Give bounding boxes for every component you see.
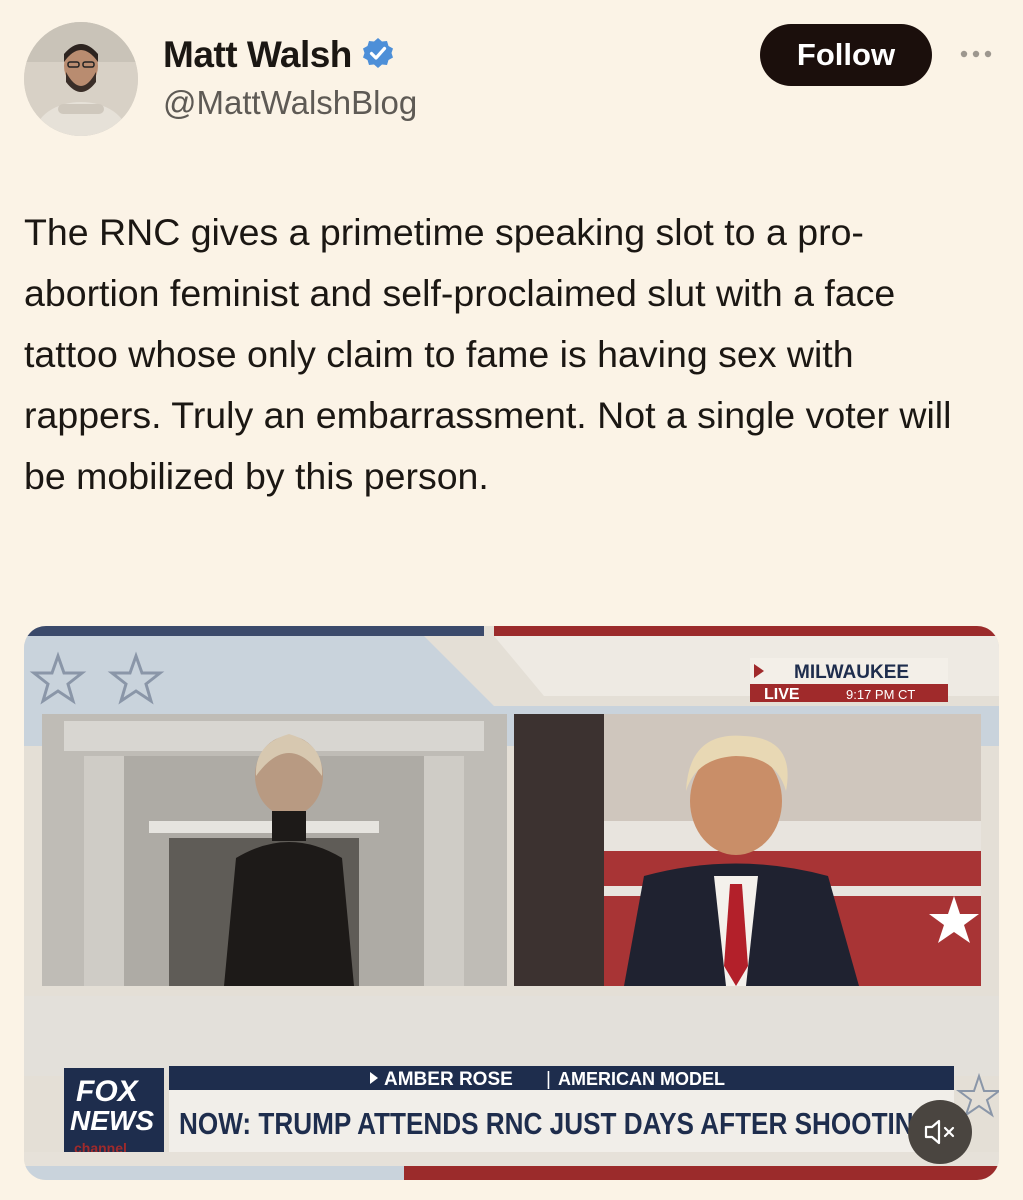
speaker-muted-icon[interactable]: [908, 1100, 972, 1164]
video-player[interactable]: MILWAUKEE LIVE 9:17 PM CT AMBER ROSE | A…: [24, 626, 999, 1180]
avatar-image: [24, 22, 138, 136]
time-label: 9:17 PM CT: [846, 687, 915, 702]
tweet-text: The RNC gives a primetime speaking slot …: [24, 211, 952, 497]
verified-badge-icon: [362, 37, 394, 74]
live-label: LIVE: [764, 686, 800, 703]
author-name-row: Matt Walsh: [163, 34, 394, 76]
more-options-icon[interactable]: [956, 34, 996, 74]
lower-third-role: AMERICAN MODEL: [558, 1069, 725, 1089]
location-label: MILWAUKEE: [794, 662, 909, 683]
svg-text:FOX: FOX: [76, 1075, 140, 1108]
audience-panel: [514, 714, 981, 986]
fox-news-logo: FOX NEWS channel: [64, 1068, 164, 1162]
speaker-panel: [42, 714, 507, 986]
follow-button[interactable]: Follow: [760, 24, 932, 86]
video-frame: MILWAUKEE LIVE 9:17 PM CT AMBER ROSE | A…: [24, 626, 999, 1180]
author-handle[interactable]: @MattWalshBlog: [163, 84, 417, 122]
author-avatar[interactable]: [24, 22, 138, 136]
author-name[interactable]: Matt Walsh: [163, 34, 352, 76]
lower-third-name: AMBER ROSE: [384, 1069, 513, 1090]
live-badge: MILWAUKEE LIVE 9:17 PM CT: [750, 658, 948, 703]
lower-third: AMBER ROSE | AMERICAN MODEL NOW: TRUMP A…: [24, 996, 999, 1162]
svg-text:|: |: [546, 1069, 551, 1090]
headline: NOW: TRUMP ATTENDS RNC JUST DAYS AFTER S…: [179, 1106, 934, 1141]
svg-text:NEWS: NEWS: [70, 1105, 154, 1136]
